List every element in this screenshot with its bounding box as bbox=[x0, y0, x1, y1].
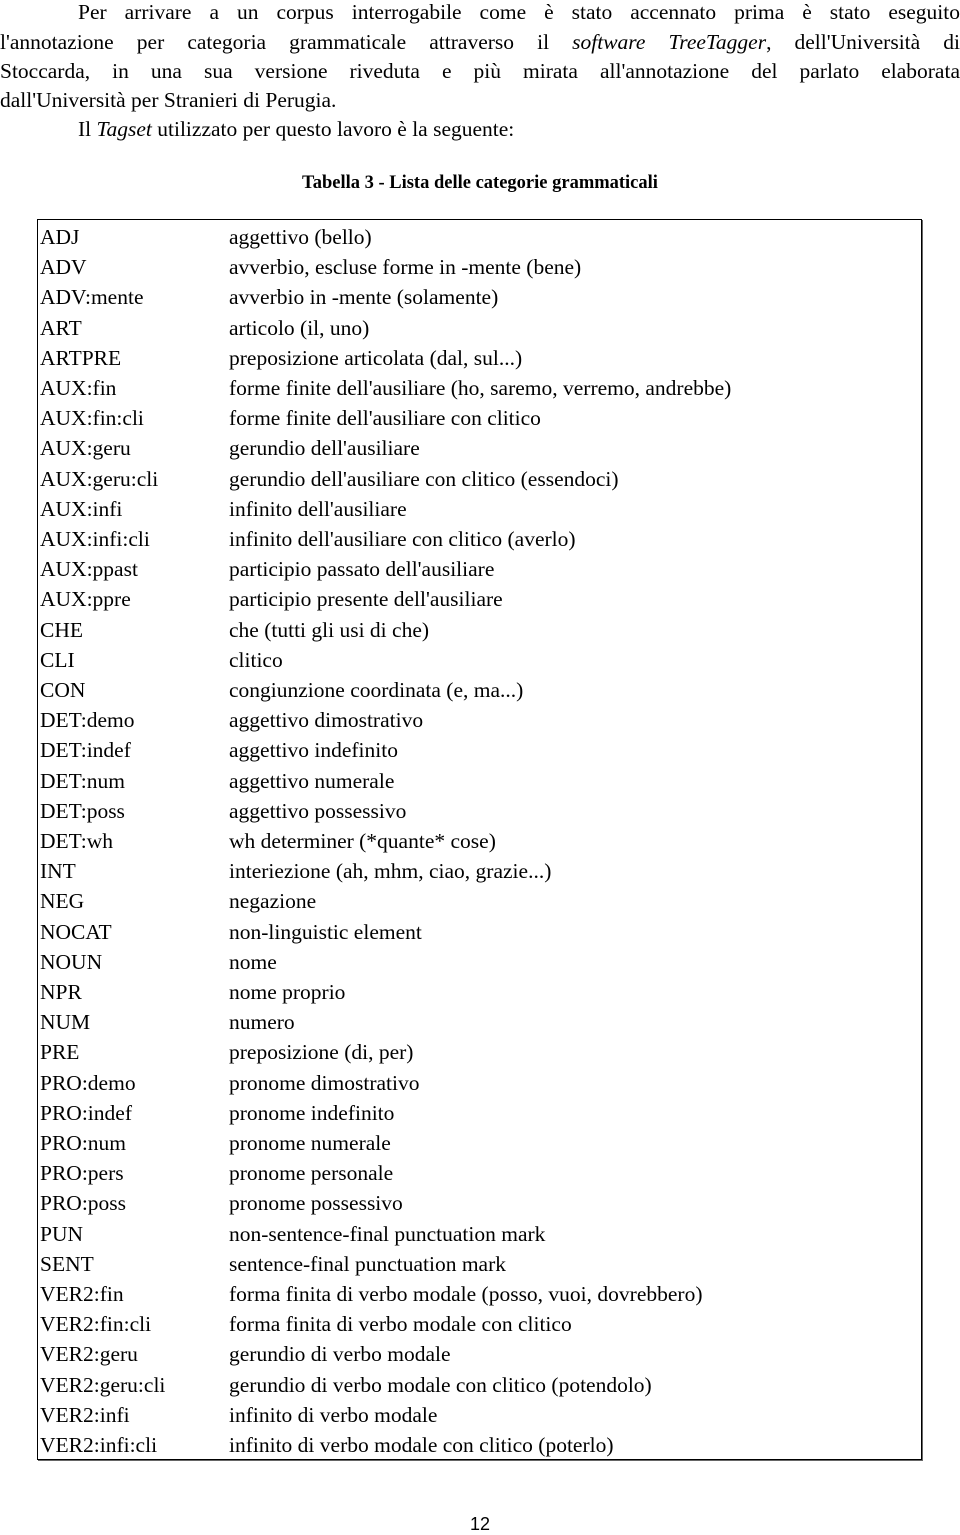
tag-cell: NOCAT bbox=[40, 919, 112, 944]
description-cell: aggettivo possessivo bbox=[229, 798, 407, 823]
tag-cell: PRE bbox=[40, 1040, 80, 1065]
tag-cell: CLI bbox=[40, 647, 75, 672]
text: utilizzato per questo lavoro è la seguen… bbox=[157, 117, 515, 141]
tag-cell: AUX:infi bbox=[40, 496, 123, 521]
italic-text: software TreeTagger bbox=[572, 30, 767, 54]
tag-cell: CHE bbox=[40, 617, 83, 642]
tag-cell: AUX:geru bbox=[40, 436, 131, 461]
tag-cell: ADJ bbox=[40, 225, 80, 249]
tag-cell: ADV:mente bbox=[40, 285, 144, 310]
tag-cell: DET:wh bbox=[40, 829, 113, 853]
description-cell: participio passato dell'ausiliare bbox=[229, 557, 495, 582]
description-cell: forme finite dell'ausiliare con clitico bbox=[229, 406, 541, 431]
description-cell: numero bbox=[229, 1010, 295, 1035]
description-cell: che (tutti gli usi di che) bbox=[229, 617, 430, 642]
description-cell: articolo (il, uno) bbox=[229, 315, 370, 340]
description-cell: gerundio dell'ausiliare con clitico (ess… bbox=[229, 466, 619, 491]
description-cell: pronome possessivo bbox=[229, 1191, 403, 1216]
tag-cell: CON bbox=[40, 678, 86, 702]
tag-cell: PRO:demo bbox=[40, 1070, 136, 1095]
description-cell: negazione bbox=[229, 889, 317, 914]
description-cell: congiunzione coordinata (e, ma...) bbox=[229, 678, 524, 702]
description-cell: forme finite dell'ausiliare (ho, saremo,… bbox=[229, 376, 732, 400]
description-cell: pronome indefinito bbox=[229, 1100, 395, 1125]
tag-cell: ADV bbox=[40, 255, 87, 280]
tag-cell: ART bbox=[40, 315, 82, 340]
description-cell: interiezione (ah, mhm, ciao, grazie...) bbox=[229, 859, 552, 884]
description-cell: preposizione (di, per) bbox=[229, 1040, 414, 1065]
paragraph-line: dall'Università per Stranieri di Perugia… bbox=[0, 85, 960, 115]
tag-cell: DET:demo bbox=[40, 708, 135, 733]
description-cell: non-sentence-final punctuation mark bbox=[229, 1221, 546, 1246]
tag-cell: PRO:indef bbox=[40, 1100, 132, 1125]
text: Stoccarda, in una sua versione riveduta … bbox=[0, 59, 960, 83]
description-cell: infinito dell'ausiliare con clitico (ave… bbox=[229, 527, 576, 551]
description-cell: non-linguistic element bbox=[229, 919, 422, 944]
tag-cell: VER2:infi bbox=[40, 1402, 130, 1427]
description-cell: avverbio in -mente (solamente) bbox=[229, 285, 499, 310]
tag-cell: AUX:infi:cli bbox=[40, 527, 150, 551]
tag-cell: AUX:ppast bbox=[40, 557, 138, 582]
text: l'annotazione per categoria grammaticale… bbox=[0, 30, 550, 54]
description-cell: pronome personale bbox=[229, 1161, 394, 1186]
italic-text: Tagset bbox=[96, 117, 152, 141]
description-cell: pronome numerale bbox=[229, 1131, 391, 1155]
tag-cell: PRO:pers bbox=[40, 1161, 124, 1186]
tag-cell: ARTPRE bbox=[40, 345, 122, 370]
tag-cell: NEG bbox=[40, 889, 85, 914]
description-cell: infinito di verbo modale bbox=[229, 1402, 438, 1427]
table-caption: Tabella 3 - Lista delle categorie gramma… bbox=[302, 173, 658, 193]
description-cell: avverbio, escluse forme in -mente (bene) bbox=[229, 255, 582, 280]
tag-cell: NUM bbox=[40, 1010, 91, 1035]
tag-cell: PRO:num bbox=[40, 1131, 127, 1155]
description-cell: aggettivo dimostrativo bbox=[229, 708, 424, 733]
tagset-table: ADJ aggettivo (bello) ADV avverbio, escluse… bbox=[37, 219, 922, 1460]
text: Il bbox=[78, 117, 92, 141]
description-cell: wh determiner (*quante* cose) bbox=[229, 829, 496, 853]
description-cell: forma finita di verbo modale (posso, vuo… bbox=[229, 1282, 703, 1306]
tag-cell: DET:num bbox=[40, 768, 125, 793]
tag-cell: VER2:geru:cli bbox=[40, 1372, 166, 1397]
tag-cell: AUX:geru:cli bbox=[40, 466, 159, 491]
tag-cell: AUX:fin bbox=[40, 376, 117, 400]
paragraph-line: l'annotazione per categoria grammaticale… bbox=[0, 27, 960, 57]
tag-cell: INT bbox=[40, 859, 76, 884]
description-cell: pronome dimostrativo bbox=[229, 1070, 420, 1095]
tag-cell: NOUN bbox=[40, 949, 103, 974]
description-cell: participio presente dell'ausiliare bbox=[229, 587, 503, 612]
paragraph-line: Per arrivare a un corpus interrogabile c… bbox=[0, 0, 960, 27]
description-cell: infinito di verbo modale con clitico (po… bbox=[229, 1433, 614, 1457]
description-cell: forma finita di verbo modale con clitico bbox=[229, 1312, 572, 1337]
text: , dell'Università di bbox=[766, 30, 960, 54]
description-cell: nome proprio bbox=[229, 980, 346, 1004]
description-cell: gerundio dell'ausiliare bbox=[229, 436, 420, 461]
tag-cell: VER2:infi:cli bbox=[40, 1433, 158, 1457]
description-cell: aggettivo numerale bbox=[229, 768, 395, 793]
tag-cell: AUX:ppre bbox=[40, 587, 131, 612]
tag-cell: DET:poss bbox=[40, 798, 125, 823]
description-cell: aggettivo indefinito bbox=[229, 738, 398, 763]
description-cell: clitico bbox=[229, 647, 283, 672]
description-cell: infinito dell'ausiliare bbox=[229, 496, 407, 521]
tag-cell: DET:indef bbox=[40, 738, 131, 763]
tag-cell: NPR bbox=[40, 980, 82, 1004]
paragraph-line: Stoccarda, in una sua versione riveduta … bbox=[0, 56, 960, 86]
text: dall'Università per Stranieri di Perugia… bbox=[0, 88, 337, 112]
paragraph-line: Il Tagset utilizzato per questo lavoro è… bbox=[78, 114, 960, 144]
description-cell: nome bbox=[229, 949, 277, 974]
tag-cell: AUX:fin:cli bbox=[40, 406, 144, 431]
tag-cell: SENT bbox=[40, 1251, 94, 1276]
description-cell: preposizione articolata (dal, sul...) bbox=[229, 345, 523, 370]
description-cell: gerundio di verbo modale bbox=[229, 1342, 451, 1367]
description-cell: sentence-final punctuation mark bbox=[229, 1251, 507, 1276]
tag-cell: VER2:fin:cli bbox=[40, 1312, 152, 1337]
tag-cell: VER2:fin bbox=[40, 1282, 124, 1306]
tag-cell: PRO:poss bbox=[40, 1191, 127, 1216]
text: Per arrivare a un corpus interrogabile c… bbox=[78, 0, 960, 24]
tag-cell: PUN bbox=[40, 1221, 84, 1246]
description-cell: aggettivo (bello) bbox=[229, 225, 372, 249]
description-cell: gerundio di verbo modale con clitico (po… bbox=[229, 1372, 652, 1397]
page-number: 12 bbox=[469, 1514, 491, 1534]
tag-cell: VER2:geru bbox=[40, 1342, 138, 1367]
